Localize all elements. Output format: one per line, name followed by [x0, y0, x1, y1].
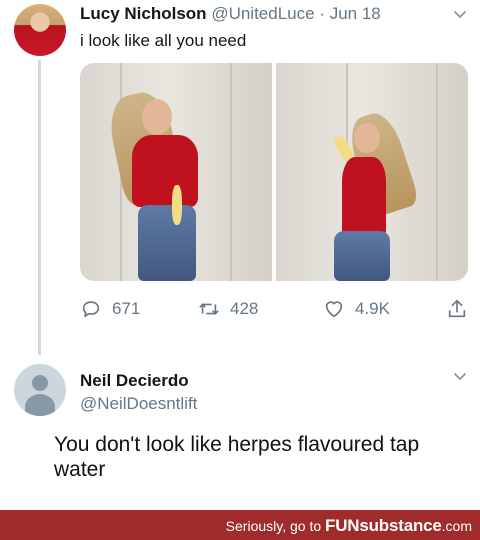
- heart-icon: [325, 301, 343, 318]
- author-handle[interactable]: @UnitedLuce: [211, 4, 314, 23]
- separator-dot: ·: [319, 4, 325, 23]
- author-name[interactable]: Neil Decierdo: [80, 371, 189, 391]
- tweet-header: Lucy Nicholson @UnitedLuce · Jun 18: [80, 4, 381, 24]
- tweet-media[interactable]: [80, 63, 468, 281]
- tweet-text: i look like all you need: [80, 31, 247, 50]
- watermark-suffix: .com: [441, 518, 472, 534]
- retweet-count: 428: [230, 299, 259, 318]
- photo-left[interactable]: [80, 63, 272, 281]
- original-tweet: Lucy Nicholson @UnitedLuce · Jun 18 i lo…: [0, 0, 480, 360]
- like-button[interactable]: 4.9K: [323, 298, 390, 320]
- thread-line: [38, 60, 41, 355]
- like-count: 4.9K: [355, 299, 390, 318]
- reply-text: You don't look like herpes flavoured tap…: [54, 433, 420, 481]
- tweet-date[interactable]: Jun 18: [330, 4, 381, 23]
- watermark-brand: FUNsubstance: [325, 516, 442, 535]
- avatar[interactable]: [14, 364, 66, 416]
- chevron-down-icon[interactable]: [451, 368, 469, 386]
- reply-button[interactable]: 671: [80, 298, 140, 320]
- avatar[interactable]: [14, 4, 66, 56]
- action-bar: 671 428 4.9K: [80, 298, 470, 324]
- retweet-icon: [199, 303, 219, 315]
- photo-right[interactable]: [276, 63, 468, 281]
- author-name[interactable]: Lucy Nicholson: [80, 4, 207, 23]
- footer-banner: Seriously, go to FUNsubstance.com: [0, 510, 480, 540]
- reply-tweet: Neil Decierdo @NeilDoesntlift: [0, 360, 480, 430]
- share-icon: [448, 299, 466, 318]
- chevron-down-icon[interactable]: [451, 6, 469, 24]
- share-button[interactable]: [446, 298, 468, 320]
- reply-count: 671: [112, 299, 141, 318]
- author-handle[interactable]: @NeilDoesntlift: [80, 394, 197, 414]
- speech-bubble-icon: [82, 301, 100, 318]
- watermark-prefix: Seriously, go to: [225, 518, 322, 534]
- watermark[interactable]: Seriously, go to FUNsubstance.com: [226, 516, 472, 536]
- retweet-button[interactable]: 428: [198, 298, 258, 320]
